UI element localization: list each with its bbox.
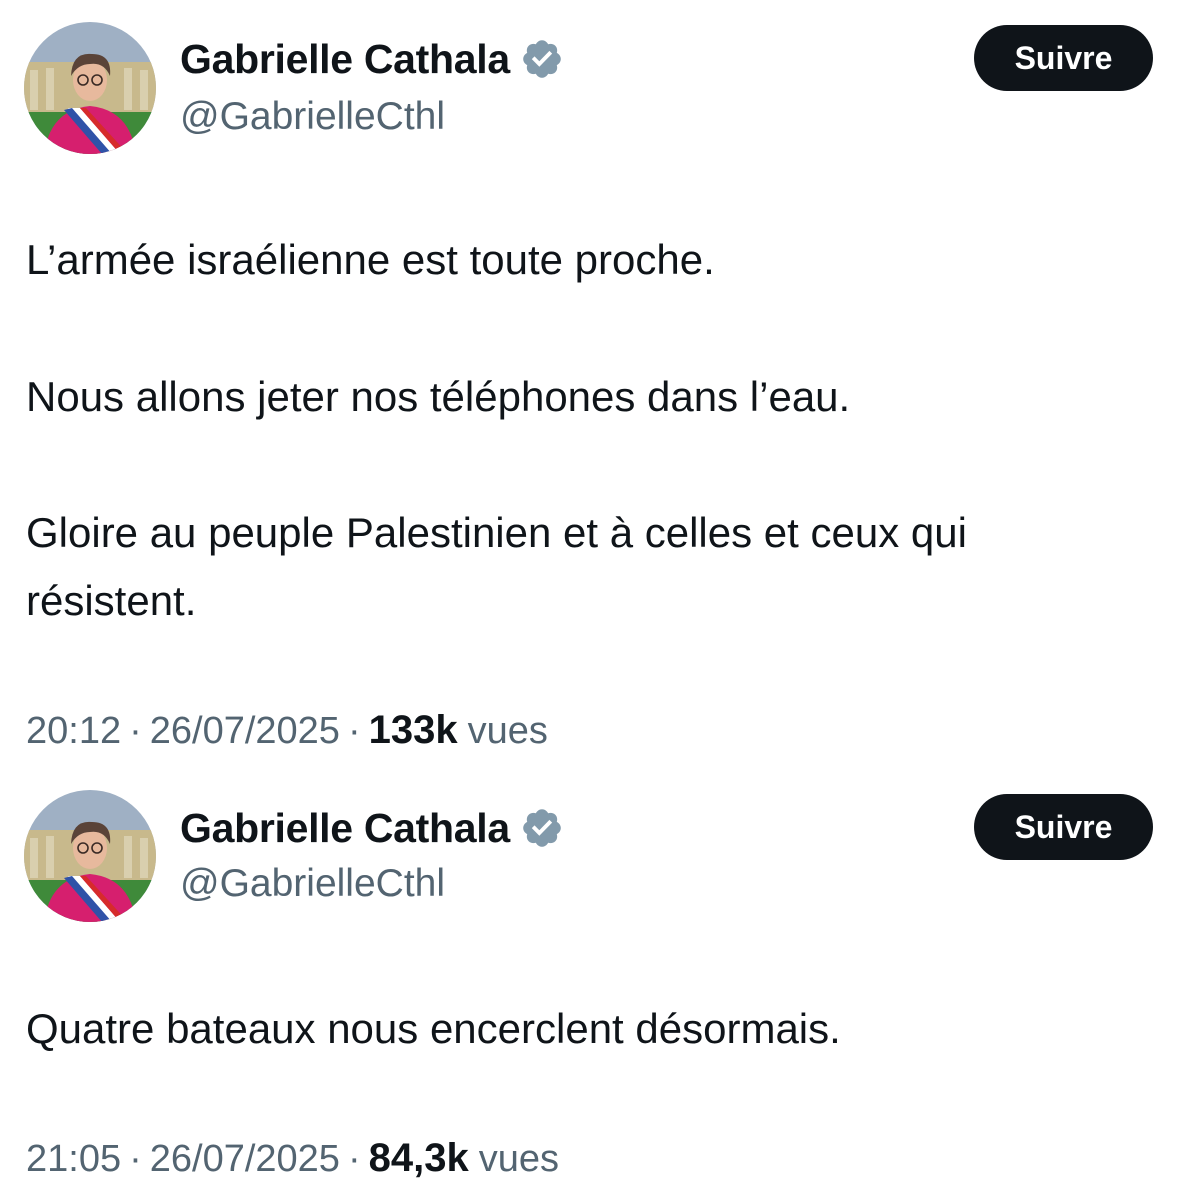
tweet-meta: 21:05 · 26/07/2025 · 84,3k vues xyxy=(26,1136,559,1181)
tweet-time[interactable]: 20:12 xyxy=(26,710,121,753)
avatar-image xyxy=(24,22,156,154)
tweet-date[interactable]: 26/07/2025 xyxy=(150,710,340,753)
tweet-card: Gabrielle Cathala @GabrielleCthl Suivre … xyxy=(0,0,1200,770)
tweet-paragraph-continuation: résistent. xyxy=(26,577,197,624)
follow-button[interactable]: Suivre xyxy=(974,25,1153,91)
tweet-date[interactable]: 26/07/2025 xyxy=(150,1138,340,1181)
follow-button[interactable]: Suivre xyxy=(974,794,1153,860)
tweet-paragraph: Quatre bateaux nous encerclent désormais… xyxy=(26,1005,841,1052)
author-handle[interactable]: @GabrielleCthl xyxy=(180,95,445,139)
tweet-text: Quatre bateaux nous encerclent désormais… xyxy=(26,995,1176,1063)
avatar[interactable] xyxy=(24,22,156,154)
verified-badge-icon xyxy=(523,809,561,847)
author-name-row[interactable]: Gabrielle Cathala xyxy=(180,31,564,87)
author-display-name[interactable]: Gabrielle Cathala xyxy=(180,36,510,83)
author-display-name[interactable]: Gabrielle Cathala xyxy=(180,805,510,852)
tweet-meta: 20:12 · 26/07/2025 · 133k vues xyxy=(26,708,548,753)
avatar-image xyxy=(24,790,156,922)
meta-separator: · xyxy=(347,710,361,752)
views-label: vues xyxy=(467,710,548,752)
tweet-card: Gabrielle Cathala @GabrielleCthl Suivre … xyxy=(0,770,1200,1200)
meta-separator: · xyxy=(347,1138,361,1180)
views-count[interactable]: 84,3k xyxy=(369,1136,469,1181)
tweet-text: L’armée israélienne est toute proche. No… xyxy=(26,226,1176,635)
avatar[interactable] xyxy=(24,790,156,922)
tweet-paragraph: L’armée israélienne est toute proche. xyxy=(26,236,715,283)
tweet-paragraph: Nous allons jeter nos téléphones dans l’… xyxy=(26,373,851,420)
views-label: vues xyxy=(478,1138,559,1180)
verified-badge-icon xyxy=(523,40,561,78)
author-name-row[interactable]: Gabrielle Cathala xyxy=(180,800,564,856)
meta-separator: · xyxy=(129,710,142,752)
views-count[interactable]: 133k xyxy=(369,708,458,753)
author-handle[interactable]: @GabrielleCthl xyxy=(180,862,445,906)
tweet-paragraph: Gloire au peuple Palestinien et à celles… xyxy=(26,509,967,556)
tweet-screenshot: Gabrielle Cathala @GabrielleCthl Suivre … xyxy=(0,0,1200,1200)
tweet-time[interactable]: 21:05 xyxy=(26,1138,121,1181)
meta-separator: · xyxy=(129,1138,142,1180)
